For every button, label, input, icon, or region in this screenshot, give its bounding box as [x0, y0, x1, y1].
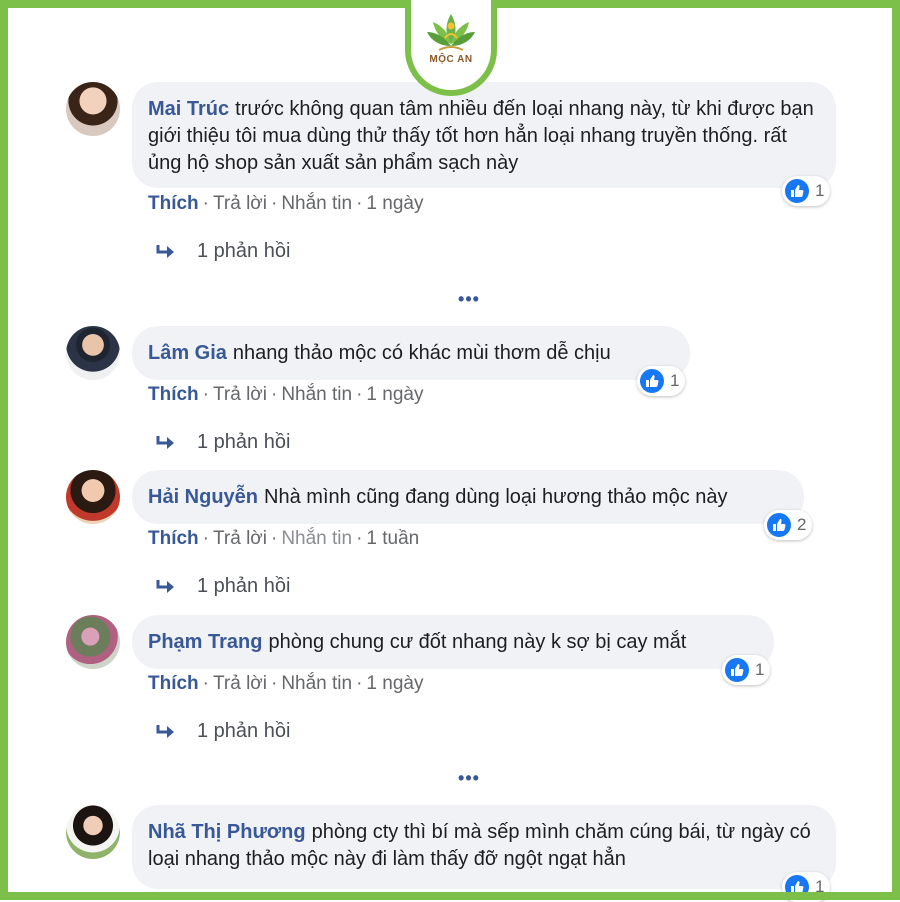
avatar[interactable]: [66, 82, 120, 136]
timestamp[interactable]: 1 tuần: [366, 528, 419, 549]
reply-arrow-icon: [156, 244, 174, 258]
reaction-count[interactable]: 1: [782, 176, 831, 206]
more-comments-button[interactable]: •••: [454, 769, 484, 787]
like-count: 1: [670, 371, 680, 390]
like-button[interactable]: Thích: [148, 384, 199, 405]
comment-actions: Thích · Trả lời · Nhắn tin · 1 ngày: [148, 673, 423, 695]
replies-link[interactable]: 1 phản hồi: [155, 431, 290, 454]
avatar[interactable]: [66, 326, 120, 380]
replies-link[interactable]: 1 phản hồi: [155, 720, 290, 743]
separator: ·: [202, 384, 209, 405]
timestamp[interactable]: 1 ngày: [366, 193, 423, 214]
separator: ·: [202, 193, 209, 214]
separator: ·: [356, 673, 363, 694]
separator: ·: [202, 673, 209, 694]
like-button[interactable]: Thích: [148, 193, 199, 214]
message-button[interactable]: Nhắn tin: [281, 384, 352, 405]
comment-bubble: Phạm Trang phòng chung cư đốt nhang này k…: [132, 615, 774, 669]
reaction-count[interactable]: 1: [782, 872, 831, 902]
message-button[interactable]: Nhắn tin: [281, 193, 352, 214]
replies-link[interactable]: 1 phản hồi: [155, 575, 290, 598]
thumbs-up-icon: [725, 658, 749, 682]
like-button[interactable]: Thích: [148, 528, 199, 549]
brand-logo: MỘC AN: [405, 0, 497, 96]
comment-actions: Thích · Trả lời · Nhắn tin · 1 tuần: [148, 528, 419, 550]
reply-arrow-icon: [156, 579, 174, 593]
separator: ·: [356, 528, 363, 549]
comment-bubble: Mai Trúc trước không quan tâm nhiều đến l…: [132, 82, 836, 188]
reply-arrow-icon: [156, 435, 174, 449]
separator: ·: [356, 193, 363, 214]
thumbs-up-icon: [785, 875, 809, 899]
reply-button[interactable]: Trả lời: [213, 193, 267, 214]
replies-count: 1 phản hồi: [197, 240, 291, 262]
replies-count: 1 phản hồi: [197, 575, 291, 597]
separator: ·: [202, 528, 209, 549]
reply-button[interactable]: Trả lời: [213, 673, 267, 694]
message-button[interactable]: Nhắn tin: [281, 528, 352, 549]
separator: ·: [270, 384, 278, 405]
like-button[interactable]: Thích: [148, 673, 199, 694]
comment-bubble: Lâm Gia nhang thảo mộc có khác mùi thơm d…: [132, 326, 690, 380]
comment-actions: Thích · Trả lời · Nhắn tin · 1 ngày: [148, 193, 423, 215]
reply-button[interactable]: Trả lời: [213, 384, 267, 405]
lotus-logo-icon: [427, 14, 475, 51]
comment-bubble: Nhã Thị Phương phòng cty thì bí mà sếp mì…: [132, 805, 836, 889]
replies-link[interactable]: 1 phản hồi: [155, 240, 290, 263]
commenter-name[interactable]: Mai Trúc: [148, 98, 229, 120]
commenter-name[interactable]: Lâm Gia: [148, 342, 227, 364]
like-count: 1: [755, 660, 765, 679]
comment-text: phòng chung cư đốt nhang này k sợ bị cay…: [268, 631, 687, 653]
reply-button[interactable]: Trả lời: [213, 528, 267, 549]
comment-text: trước không quan tâm nhiều đến loại nhan…: [148, 98, 814, 174]
avatar[interactable]: [66, 805, 120, 859]
thumbs-up-icon: [767, 513, 791, 537]
comment-text: nhang thảo mộc có khác mùi thơm dễ chịu: [232, 342, 611, 364]
timestamp[interactable]: 1 ngày: [366, 673, 423, 694]
thumbs-up-icon: [640, 369, 664, 393]
like-count: 1: [815, 181, 825, 200]
comment-bubble: Hải Nguyễn Nhà mình cũng đang dùng loại h…: [132, 470, 804, 524]
reaction-count[interactable]: 1: [722, 655, 771, 685]
reaction-count[interactable]: 1: [637, 366, 686, 396]
separator: ·: [356, 384, 363, 405]
replies-count: 1 phản hồi: [197, 431, 291, 453]
separator: ·: [270, 528, 278, 549]
separator: ·: [270, 673, 278, 694]
separator: ·: [270, 193, 278, 214]
thumbs-up-icon: [785, 179, 809, 203]
comment-text: Nhà mình cũng đang dùng loại hương thảo …: [264, 486, 728, 508]
commenter-name[interactable]: Phạm Trang: [148, 631, 262, 653]
message-button[interactable]: Nhắn tin: [281, 673, 352, 694]
reaction-count[interactable]: 2: [764, 510, 813, 540]
reply-arrow-icon: [156, 724, 174, 738]
avatar[interactable]: [66, 615, 120, 669]
replies-count: 1 phản hồi: [197, 720, 291, 742]
timestamp[interactable]: 1 ngày: [366, 384, 423, 405]
like-count: 1: [815, 877, 825, 896]
comment-actions: Thích · Trả lời · Nhắn tin · 1 ngày: [148, 384, 423, 406]
avatar[interactable]: [66, 470, 120, 524]
commenter-name[interactable]: Hải Nguyễn: [148, 486, 258, 508]
like-count: 2: [797, 515, 807, 534]
logo-text: MỘC AN: [429, 54, 473, 65]
commenter-name[interactable]: Nhã Thị Phương: [148, 821, 306, 843]
more-comments-button[interactable]: •••: [454, 290, 484, 308]
